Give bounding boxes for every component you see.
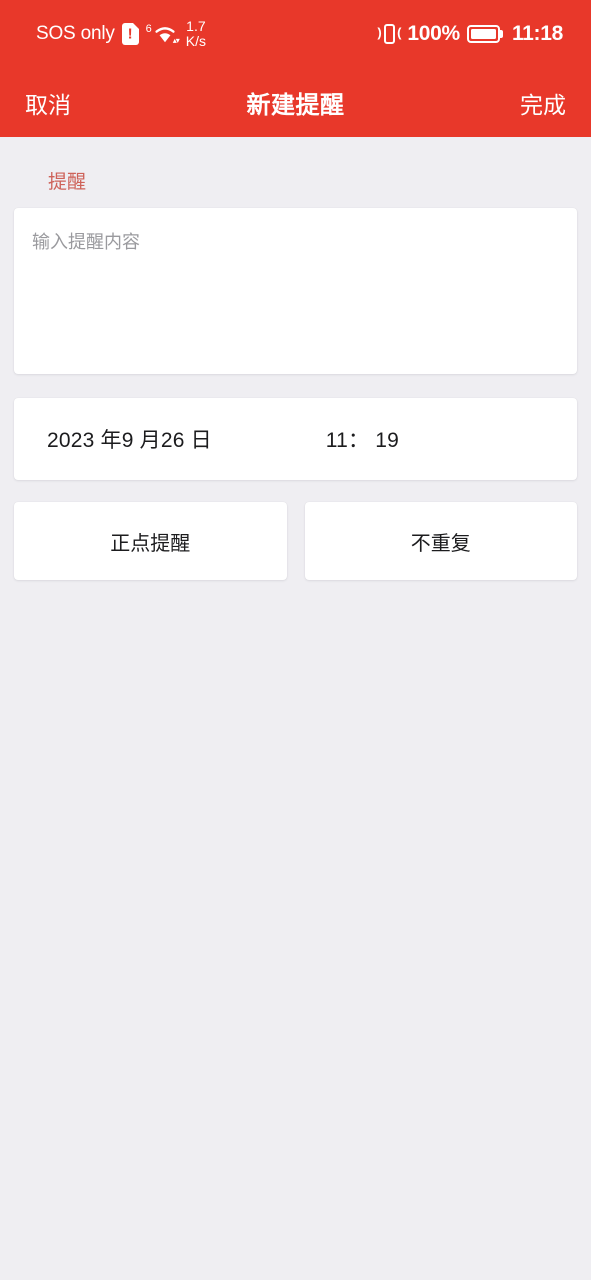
reminder-timing-button[interactable]: 正点提醒 [14,502,287,580]
status-bar-clock: 11:18 [511,22,563,45]
wifi-status-group: 6 ▴▾ [145,23,180,45]
status-bar-left-group: SOS only 6 ▴▾ 1.7 K/s [36,19,206,48]
network-speed-indicator: 1.7 K/s [186,19,206,48]
vibrate-mode-icon: ) ( [377,22,402,46]
sim-card-warning-icon [121,23,139,45]
datetime-card: 2023 年9 月26 日 11： 19 [14,398,577,480]
status-bar: SOS only 6 ▴▾ 1.7 K/s ) ( 100% [0,0,591,68]
cancel-button[interactable]: 取消 [25,86,71,120]
battery-percent-label: 100% [407,22,460,45]
network-speed-value: 1.7 [186,18,206,35]
network-speed-unit: K/s [185,33,207,49]
wifi-updown-arrows-icon: ▴▾ [172,36,180,45]
reminder-repeat-button[interactable]: 不重复 [304,502,577,580]
content-area: 提醒 输入提醒内容 2023 年9 月26 日 11： 19 正点提醒 不重复 [0,137,591,580]
date-picker-value[interactable]: 2023 年9 月26 日 [47,424,212,454]
options-row: 正点提醒 不重复 [14,502,577,580]
page-title: 新建提醒 [246,92,345,119]
vibrate-wave-right: ( [397,25,402,40]
battery-fill [470,29,496,39]
vibrate-wave-left: ) [377,25,382,40]
time-picker-value[interactable]: 11： 19 [326,424,399,454]
status-bar-right-group: ) ( 100% 11:18 [377,22,563,46]
vibrate-body [383,24,395,44]
done-button[interactable]: 完成 [520,86,566,120]
wifi-generation-label: 6 [145,23,152,35]
battery-full-icon [466,25,500,43]
carrier-label: SOS only [36,23,115,44]
reminder-note-input[interactable]: 输入提醒内容 [32,230,559,255]
wifi-icon: ▴▾ [153,23,180,45]
reminder-note-card[interactable]: 输入提醒内容 [14,208,577,374]
section-label-reminder: 提醒 [48,172,87,193]
navigation-bar: 取消 新建提醒 完成 [0,68,591,137]
